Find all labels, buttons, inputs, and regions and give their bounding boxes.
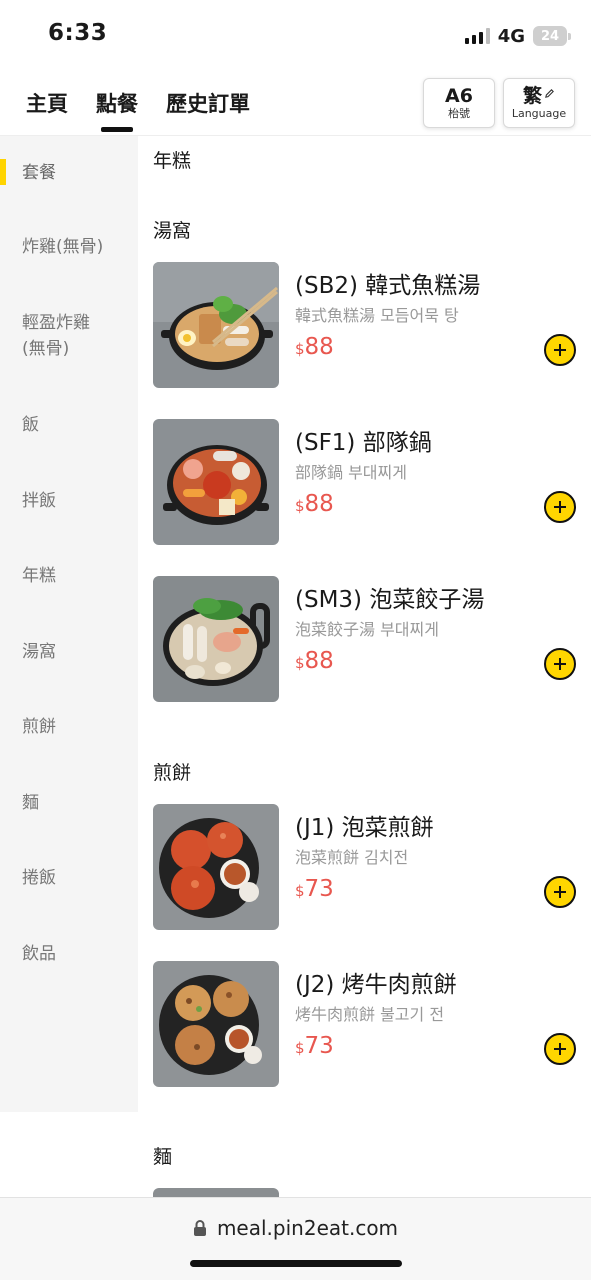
sidebar-item-label: 飯 (22, 415, 39, 435)
sidebar-item-label: 捲飯 (22, 868, 56, 888)
section-title-hot-pot: 湯窩 (153, 220, 192, 242)
app-screen: 6:33 4G 24 主頁 點餐 歷史訂單 A6 枱號 繁 Language 套… (0, 0, 591, 1280)
table-number: A6 (445, 85, 473, 107)
sidebar-item-label: 年糕 (22, 566, 56, 586)
top-nav: 主頁 點餐 歷史訂單 A6 枱號 繁 Language (0, 70, 591, 136)
plus-icon (554, 501, 566, 513)
price-currency: $ (295, 340, 305, 358)
item-name: (J1) 泡菜煎餅 (295, 815, 434, 841)
price-value: 88 (304, 491, 334, 517)
item-price: $73 (295, 876, 334, 902)
sidebar-item-label: 湯窩 (22, 642, 56, 662)
table-number-button[interactable]: A6 枱號 (423, 78, 495, 128)
network-label: 4G (497, 25, 525, 47)
sidebar-item-hot-pot[interactable]: 湯窩 (0, 631, 138, 671)
nav-tabs: 主頁 點餐 歷史訂單 (26, 88, 250, 118)
status-bar: 6:33 4G 24 (0, 0, 591, 70)
sidebar-item-light-fried-chicken[interactable]: 輕盈炸雞(無骨) (0, 302, 138, 362)
plus-icon (554, 886, 566, 898)
url-text: meal.pin2eat.com (216, 1216, 399, 1240)
tab-order[interactable]: 點餐 (96, 88, 138, 118)
sidebar-item-label: 輕盈炸雞(無骨) (22, 313, 90, 359)
plus-icon (554, 1043, 566, 1055)
home-indicator[interactable] (190, 1260, 402, 1267)
item-description: 泡菜煎餅 김치전 (295, 848, 409, 867)
language-current: 繁 (522, 85, 542, 107)
tab-order-history[interactable]: 歷史訂單 (166, 88, 250, 118)
menu-item-sm3[interactable]: (SM3) 泡菜餃子湯 泡菜餃子湯 부대찌게 $88 (153, 576, 583, 702)
pencil-icon (544, 85, 555, 107)
item-description: 部隊鍋 부대찌게 (295, 463, 407, 482)
price-value: 73 (304, 1033, 334, 1059)
add-to-cart-button[interactable] (544, 1033, 576, 1065)
fish-cake-soup-image (153, 262, 279, 388)
bulgogi-pancake-image (153, 961, 279, 1087)
status-time: 6:33 (48, 20, 108, 46)
price-value: 73 (304, 876, 334, 902)
item-description: 泡菜餃子湯 부대찌게 (295, 620, 439, 639)
table-label: 枱號 (448, 107, 470, 120)
item-price: $73 (295, 1033, 334, 1059)
signal-icon (464, 28, 490, 44)
browser-bar: meal.pin2eat.com (0, 1197, 591, 1280)
price-currency: $ (295, 882, 305, 900)
language-label: Language (511, 107, 567, 120)
sidebar-item-fried-chicken[interactable]: 炸雞(無骨) (0, 226, 138, 266)
sidebar-item-label: 套餐 (22, 163, 56, 183)
sidebar-item-rice[interactable]: 飯 (0, 404, 138, 444)
sidebar-item-set-meal[interactable]: 套餐 (0, 152, 138, 192)
sidebar-item-bibimbap[interactable]: 拌飯 (0, 480, 138, 520)
sidebar-item-label: 炸雞(無骨) (22, 237, 104, 257)
kimchi-pancake-image (153, 804, 279, 930)
item-name: (SB2) 韓式魚糕湯 (295, 273, 481, 299)
section-title-pancake: 煎餅 (153, 762, 192, 784)
item-name: (SF1) 部隊鍋 (295, 430, 432, 456)
price-currency: $ (295, 497, 305, 515)
address-bar[interactable]: meal.pin2eat.com (0, 1216, 591, 1240)
sidebar-item-rice-cake[interactable]: 年糕 (0, 555, 138, 595)
sidebar-item-label: 麵 (22, 793, 39, 813)
sidebar-item-drinks[interactable]: 飲品 (0, 933, 138, 973)
status-indicators: 4G 24 (464, 24, 571, 48)
menu-item-j1[interactable]: (J1) 泡菜煎餅 泡菜煎餅 김치전 $73 (153, 804, 583, 930)
menu-list[interactable]: 年糕 湯窩 (SB2) 韓式魚糕湯 韓式魚糕湯 모듬어묵 탕 $88 (SF1)… (138, 136, 591, 1200)
language-current-row: 繁 (523, 85, 555, 107)
add-to-cart-button[interactable] (544, 648, 576, 680)
kimchi-dumpling-soup-image (153, 576, 279, 702)
price-currency: $ (295, 1039, 305, 1057)
lock-icon (193, 1219, 207, 1237)
language-button[interactable]: 繁 Language (503, 78, 575, 128)
price-value: 88 (304, 648, 334, 674)
menu-item-j2[interactable]: (J2) 烤牛肉煎餅 烤牛肉煎餅 불고기 전 $73 (153, 961, 583, 1087)
item-description: 烤牛肉煎餅 불고기 전 (295, 1005, 445, 1024)
item-price: $88 (295, 648, 334, 674)
item-price: $88 (295, 491, 334, 517)
section-title-noodles: 麵 (153, 1146, 173, 1168)
sidebar-item-gimbap[interactable]: 捲飯 (0, 857, 138, 897)
sidebar-item-pancake[interactable]: 煎餅 (0, 706, 138, 746)
tab-home[interactable]: 主頁 (26, 88, 68, 118)
item-description: 韓式魚糕湯 모듬어묵 탕 (295, 306, 459, 325)
plus-icon (554, 344, 566, 356)
battery-icon: 24 (533, 26, 571, 46)
menu-item-sb2[interactable]: (SB2) 韓式魚糕湯 韓式魚糕湯 모듬어묵 탕 $88 (153, 262, 583, 388)
price-value: 88 (304, 334, 334, 360)
item-price: $88 (295, 334, 334, 360)
menu-item-sf1[interactable]: (SF1) 部隊鍋 部隊鍋 부대찌게 $88 (153, 419, 583, 545)
sidebar-item-label: 拌飯 (22, 491, 56, 511)
army-stew-image (153, 419, 279, 545)
item-name: (SM3) 泡菜餃子湯 (295, 587, 485, 613)
battery-level: 24 (540, 28, 560, 44)
add-to-cart-button[interactable] (544, 491, 576, 523)
item-name: (J2) 烤牛肉煎餅 (295, 972, 457, 998)
price-currency: $ (295, 654, 305, 672)
add-to-cart-button[interactable] (544, 876, 576, 908)
sidebar-item-noodles[interactable]: 麵 (0, 782, 138, 822)
category-sidebar: 套餐 炸雞(無骨) 輕盈炸雞(無骨) 飯 拌飯 年糕 湯窩 煎餅 麵 捲飯 飲品 (0, 136, 138, 1112)
plus-icon (554, 658, 566, 670)
add-to-cart-button[interactable] (544, 334, 576, 366)
section-title-rice-cake: 年糕 (153, 150, 192, 172)
sidebar-item-label: 煎餅 (22, 717, 56, 737)
sidebar-item-label: 飲品 (22, 944, 56, 964)
